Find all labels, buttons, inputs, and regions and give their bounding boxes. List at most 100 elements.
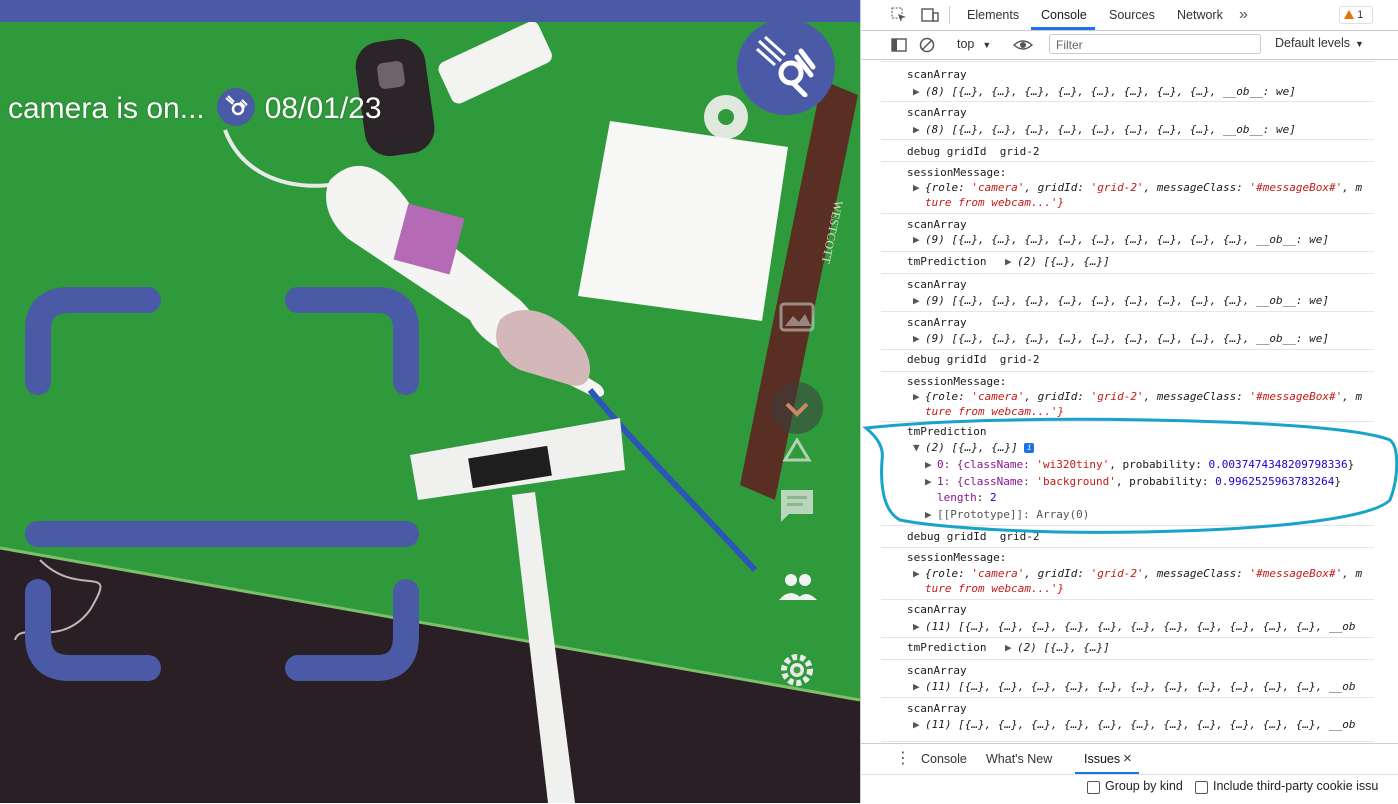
- console-scrollbar[interactable]: [1374, 60, 1398, 742]
- expand-arrow-icon: ▶: [913, 233, 920, 246]
- log-value-wrap: ture from webcam...'}: [925, 196, 1065, 209]
- caret-down-icon: ▼: [1355, 39, 1364, 49]
- log-value[interactable]: ▶ (8) [{…}, {…}, {…}, {…}, {…}, {…}, {…},…: [913, 123, 1296, 136]
- log-value[interactable]: ▶ {role: 'camera', gridId: 'grid-2', mess…: [913, 181, 1362, 194]
- console-entry-tm-prediction-expanded[interactable]: tmPrediction ▼ (2) [{…}, {…}] i ▶ 0: {clas…: [881, 422, 1398, 526]
- console-entry[interactable]: tmPrediction ▶ (2) [{…}, {…}]: [881, 638, 1398, 660]
- more-tabs-icon[interactable]: »: [1239, 0, 1248, 30]
- console-entry[interactable]: scanArray ▶ (11) [{…}, {…}, {…}, {…}, {…}…: [881, 698, 1398, 742]
- prediction-length: length: 2: [937, 491, 997, 504]
- log-value[interactable]: ▶ (9) [{…}, {…}, {…}, {…}, {…}, {…}, {…},…: [913, 294, 1329, 307]
- console-log: scanArray ▶ (8) [{…}, {…}, {…}, {…}, {…},…: [881, 60, 1398, 742]
- console-entry[interactable]: scanArray ▶ (11) [{…}, {…}, {…}, {…}, {…}…: [881, 600, 1398, 638]
- console-entry[interactable]: scanArray ▶ (8) [{…}, {…}, {…}, {…}, {…},…: [881, 64, 1398, 102]
- prediction-item-0[interactable]: ▶ 0: {className: 'wi320tiny', probability…: [925, 458, 1354, 471]
- context-selector[interactable]: top ▼: [957, 37, 991, 51]
- prediction-prototype[interactable]: ▶ [[Prototype]]: Array(0): [925, 508, 1089, 521]
- device-toolbar-icon[interactable]: [921, 7, 939, 28]
- log-label: scanArray: [907, 218, 967, 231]
- tab-elements[interactable]: Elements: [967, 0, 1019, 30]
- log-label: debug gridId grid-2: [907, 353, 1040, 366]
- log-value[interactable]: ▶ {role: 'camera', gridId: 'grid-2', mess…: [913, 390, 1362, 403]
- console-entry[interactable]: tmPrediction ▶ (2) [{…}, {…}]: [881, 252, 1398, 274]
- expand-arrow-icon: ▶: [913, 85, 920, 98]
- drawer-tab-whats-new[interactable]: What's New: [986, 744, 1052, 774]
- log-value[interactable]: ▶ (8) [{…}, {…}, {…}, {…}, {…}, {…}, {…},…: [913, 85, 1296, 98]
- console-entry[interactable]: scanArray ▶ (9) [{…}, {…}, {…}, {…}, {…},…: [881, 312, 1398, 350]
- log-label: scanArray: [907, 316, 967, 329]
- collapse-chevron-button[interactable]: [771, 382, 823, 434]
- settings-gear-icon[interactable]: [775, 648, 819, 692]
- drawer-menu-icon[interactable]: ⋮: [895, 744, 911, 774]
- issues-count: 1: [1357, 9, 1364, 21]
- log-value[interactable]: ▶ (2) [{…}, {…}]: [1005, 255, 1110, 268]
- live-expression-eye-icon[interactable]: [1012, 37, 1034, 58]
- drawer-tab-console[interactable]: Console: [921, 744, 967, 774]
- issues-counter[interactable]: 1: [1339, 6, 1373, 24]
- caret-down-icon: ▼: [982, 40, 992, 50]
- console-entry[interactable]: scanArray ▶ (9) [{…}, {…}, {…}, {…}, {…},…: [881, 214, 1398, 252]
- expand-arrow-icon: ▶: [913, 680, 920, 693]
- log-levels-dropdown[interactable]: Default levels ▼: [1275, 36, 1364, 50]
- third-party-cookie-label: Include third-party cookie issu: [1213, 779, 1379, 793]
- log-value[interactable]: ▼ (2) [{…}, {…}] i: [913, 441, 1035, 454]
- expanded-arrow-icon: ▼: [913, 441, 920, 454]
- expand-arrow-icon: ▶: [1005, 641, 1012, 654]
- log-label: tmPrediction: [907, 425, 987, 438]
- info-badge-icon: i: [1024, 443, 1035, 453]
- log-value[interactable]: ▶ (11) [{…}, {…}, {…}, {…}, {…}, {…}, {…}…: [913, 620, 1355, 633]
- third-party-cookie-checkbox[interactable]: [1195, 781, 1208, 794]
- console-entry[interactable]: scanArray ▶ (9) [{…}, {…}, {…}, {…}, {…},…: [881, 274, 1398, 312]
- drawer-tab-issues[interactable]: Issues: [1084, 744, 1120, 774]
- tab-console[interactable]: Console: [1041, 0, 1087, 30]
- log-value-wrap: ture from webcam...'}: [925, 405, 1065, 418]
- warning-icon: [1344, 10, 1354, 19]
- log-value[interactable]: ▶ (9) [{…}, {…}, {…}, {…}, {…}, {…}, {…},…: [913, 332, 1329, 345]
- filter-input[interactable]: Filter: [1049, 34, 1261, 54]
- expand-arrow-icon: ▶: [1005, 255, 1012, 268]
- tab-sources[interactable]: Sources: [1109, 0, 1155, 30]
- console-entry[interactable]: sessionMessage: ▶ {role: 'camera', gridId…: [881, 162, 1398, 214]
- recycle-icon[interactable]: [775, 434, 819, 478]
- chat-icon[interactable]: [775, 484, 819, 528]
- expand-arrow-icon: ▶: [913, 181, 920, 194]
- expand-arrow-icon: ▶: [913, 123, 920, 136]
- prediction-item-1[interactable]: ▶ 1: {className: 'background', probabilit…: [925, 475, 1341, 488]
- context-selector-value: top: [957, 37, 975, 51]
- log-label: sessionMessage:: [907, 166, 1007, 179]
- log-value[interactable]: ▶ (2) [{…}, {…}]: [1005, 641, 1110, 654]
- log-value[interactable]: ▶ (9) [{…}, {…}, {…}, {…}, {…}, {…}, {…},…: [913, 233, 1329, 246]
- scan-corner-top-right: [285, 287, 419, 395]
- log-value[interactable]: ▶ (11) [{…}, {…}, {…}, {…}, {…}, {…}, {…}…: [913, 680, 1355, 693]
- expand-arrow-icon: ▶: [913, 294, 920, 307]
- console-entry: debug gridId grid-2: [881, 140, 1398, 162]
- console-entry: [881, 60, 1398, 62]
- console-entry[interactable]: scanArray ▶ (11) [{…}, {…}, {…}, {…}, {…}…: [881, 660, 1398, 698]
- console-entry[interactable]: scanArray ▶ (8) [{…}, {…}, {…}, {…}, {…},…: [881, 102, 1398, 140]
- scan-corner-top-left: [25, 287, 161, 395]
- sidebar-toggle-icon[interactable]: [891, 37, 907, 58]
- people-icon[interactable]: [775, 566, 819, 610]
- inspect-element-icon[interactable]: [891, 7, 907, 28]
- console-entry[interactable]: sessionMessage: ▶ {role: 'camera', gridId…: [881, 372, 1398, 422]
- log-value[interactable]: ▶ (11) [{…}, {…}, {…}, {…}, {…}, {…}, {…}…: [913, 718, 1355, 731]
- log-label: sessionMessage:: [907, 551, 1007, 564]
- expand-arrow-icon: ▶: [913, 718, 920, 731]
- group-by-kind-checkbox[interactable]: [1087, 781, 1100, 794]
- expand-arrow-icon: ▶: [925, 508, 932, 521]
- scan-corner-bottom-left: [25, 579, 161, 681]
- gallery-icon[interactable]: [775, 296, 819, 340]
- expand-arrow-icon: ▶: [925, 475, 932, 488]
- tab-network[interactable]: Network: [1177, 0, 1223, 30]
- log-label: debug gridId grid-2: [907, 145, 1040, 158]
- log-label: debug gridId grid-2: [907, 530, 1040, 543]
- close-issues-icon[interactable]: ×: [1123, 744, 1132, 774]
- scan-frame: [25, 287, 419, 681]
- console-entry: debug gridId grid-2: [881, 528, 1398, 548]
- console-entry[interactable]: sessionMessage: ▶ {role: 'camera', gridId…: [881, 548, 1398, 600]
- log-value[interactable]: ▶ {role: 'camera', gridId: 'grid-2', mess…: [913, 567, 1362, 580]
- log-label: tmPrediction: [907, 641, 987, 654]
- clear-console-icon[interactable]: [919, 37, 935, 58]
- log-label: tmPrediction: [907, 255, 987, 268]
- toolbar-divider: [949, 6, 950, 24]
